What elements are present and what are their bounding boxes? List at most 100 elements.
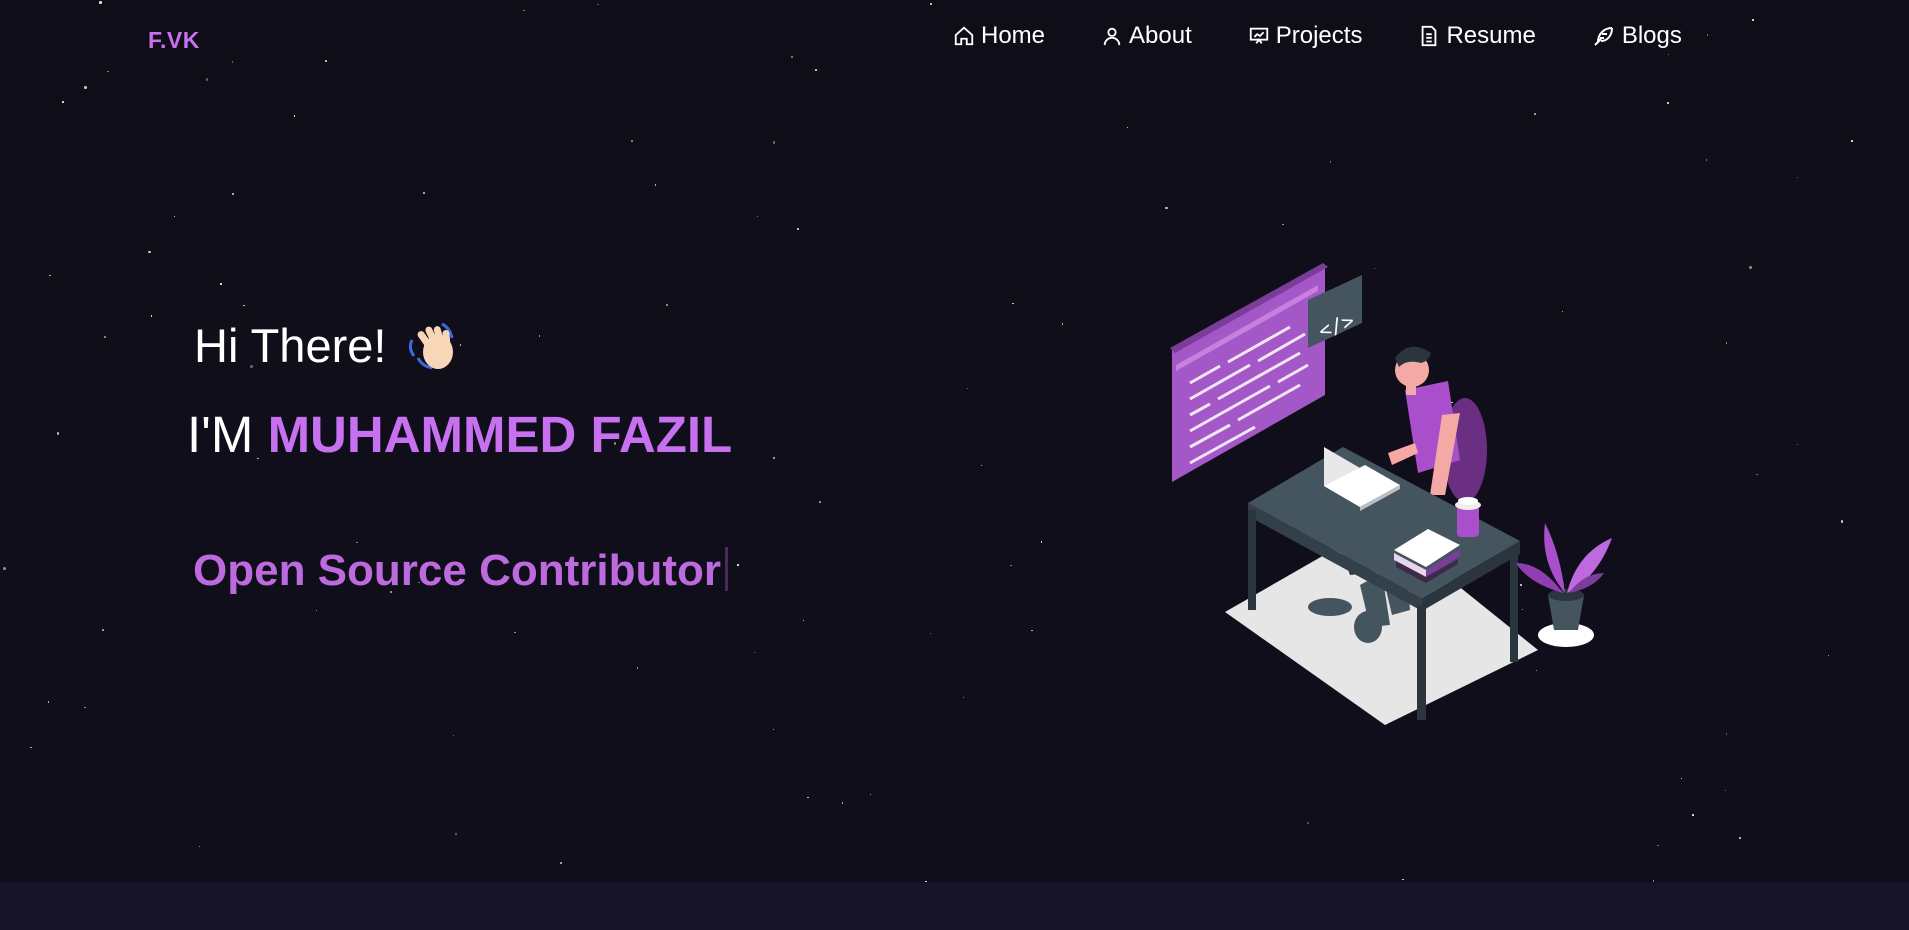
- star: [1724, 789, 1727, 791]
- nav-item-label: About: [1129, 22, 1192, 49]
- nav-item-home[interactable]: Home: [953, 22, 1045, 50]
- star: [1796, 176, 1799, 179]
- star: [293, 115, 296, 117]
- typewriter-text: Open Source Contributor: [193, 546, 728, 596]
- star: [1126, 126, 1129, 129]
- nav-item-label: Blogs: [1621, 22, 1682, 49]
- star: [455, 833, 457, 835]
- developer-illustration: </>: [1170, 263, 1612, 725]
- star: [797, 228, 799, 230]
- star: [1725, 342, 1728, 344]
- logo[interactable]: F.VK: [148, 27, 200, 54]
- nav-item-projects[interactable]: Projects: [1248, 22, 1363, 50]
- star: [243, 304, 245, 307]
- star: [772, 728, 775, 731]
- star: [929, 632, 932, 635]
- star: [654, 184, 657, 186]
- star: [1040, 541, 1043, 543]
- nav-item-label: Home: [981, 22, 1046, 49]
- star: [1402, 878, 1404, 881]
- star: [150, 315, 152, 317]
- home-icon: [954, 26, 974, 46]
- star: [1306, 821, 1310, 825]
- star: [1282, 223, 1284, 226]
- star: [773, 457, 775, 459]
- navbar: F.VK Home About Projects Resume Blogs: [0, 0, 1909, 78]
- star: [1680, 777, 1683, 780]
- star: [666, 304, 668, 306]
- star: [30, 746, 32, 749]
- star: [925, 880, 927, 883]
- star: [49, 274, 51, 277]
- star: [1749, 266, 1752, 269]
- star: [1827, 654, 1830, 657]
- typewriter-value: Open Source Contributor: [193, 546, 721, 595]
- star: [1534, 113, 1536, 115]
- feather-icon: [1594, 27, 1613, 46]
- starfield-background: [0, 0, 1909, 930]
- star: [220, 283, 222, 285]
- star: [841, 802, 844, 804]
- star: [3, 567, 6, 570]
- star: [1796, 443, 1799, 445]
- star: [1657, 844, 1659, 847]
- star: [1851, 140, 1853, 142]
- hero-name: MUHAMMED FAZIL: [267, 406, 733, 463]
- bottom-band: [0, 883, 1909, 930]
- star: [232, 193, 234, 195]
- star: [631, 140, 633, 142]
- star: [84, 706, 86, 709]
- nav-item-blogs[interactable]: Blogs: [1592, 22, 1682, 50]
- star: [514, 631, 516, 634]
- star: [1012, 302, 1014, 305]
- star: [1061, 323, 1064, 325]
- star: [1165, 206, 1168, 210]
- star: [315, 609, 318, 612]
- name-prefix: I'M: [187, 406, 254, 463]
- star: [173, 215, 176, 217]
- star: [819, 501, 821, 503]
- star: [753, 651, 756, 654]
- star: [423, 192, 425, 194]
- star: [1652, 880, 1655, 882]
- nav-item-label: Projects: [1275, 22, 1363, 49]
- typewriter-cursor: [725, 547, 728, 591]
- star: [962, 696, 965, 699]
- star: [869, 793, 872, 796]
- star: [1840, 520, 1844, 523]
- star: [198, 845, 201, 848]
- user-icon: [1103, 27, 1121, 46]
- star: [538, 335, 541, 337]
- star: [148, 250, 151, 254]
- star: [1667, 102, 1669, 104]
- star: [1756, 473, 1758, 476]
- star: [756, 215, 759, 218]
- star: [560, 862, 562, 864]
- star: [104, 336, 106, 338]
- star: [47, 701, 50, 703]
- nav-item-about[interactable]: About: [1101, 22, 1192, 50]
- star: [452, 734, 454, 737]
- star: [56, 432, 60, 435]
- star: [807, 796, 809, 799]
- star: [636, 667, 639, 669]
- star: [1692, 814, 1694, 816]
- star: [356, 541, 358, 544]
- star: [1031, 629, 1033, 632]
- document-icon: [1422, 25, 1437, 47]
- star: [772, 141, 776, 144]
- star: [205, 78, 209, 81]
- star: [802, 619, 805, 622]
- star: [84, 86, 87, 89]
- nav-links: Home About Projects Resume Blogs: [953, 22, 1682, 50]
- star: [737, 564, 739, 566]
- waving-hand-icon: [409, 322, 454, 369]
- star: [1329, 161, 1332, 163]
- nav-item-resume[interactable]: Resume: [1418, 22, 1536, 50]
- hero-greeting: Hi There!: [194, 318, 460, 373]
- hero-name-line: I'M MUHAMMED FAZIL: [187, 405, 732, 464]
- presentation-icon: [1249, 27, 1268, 44]
- star: [102, 629, 104, 631]
- star: [966, 387, 969, 390]
- star: [980, 464, 983, 467]
